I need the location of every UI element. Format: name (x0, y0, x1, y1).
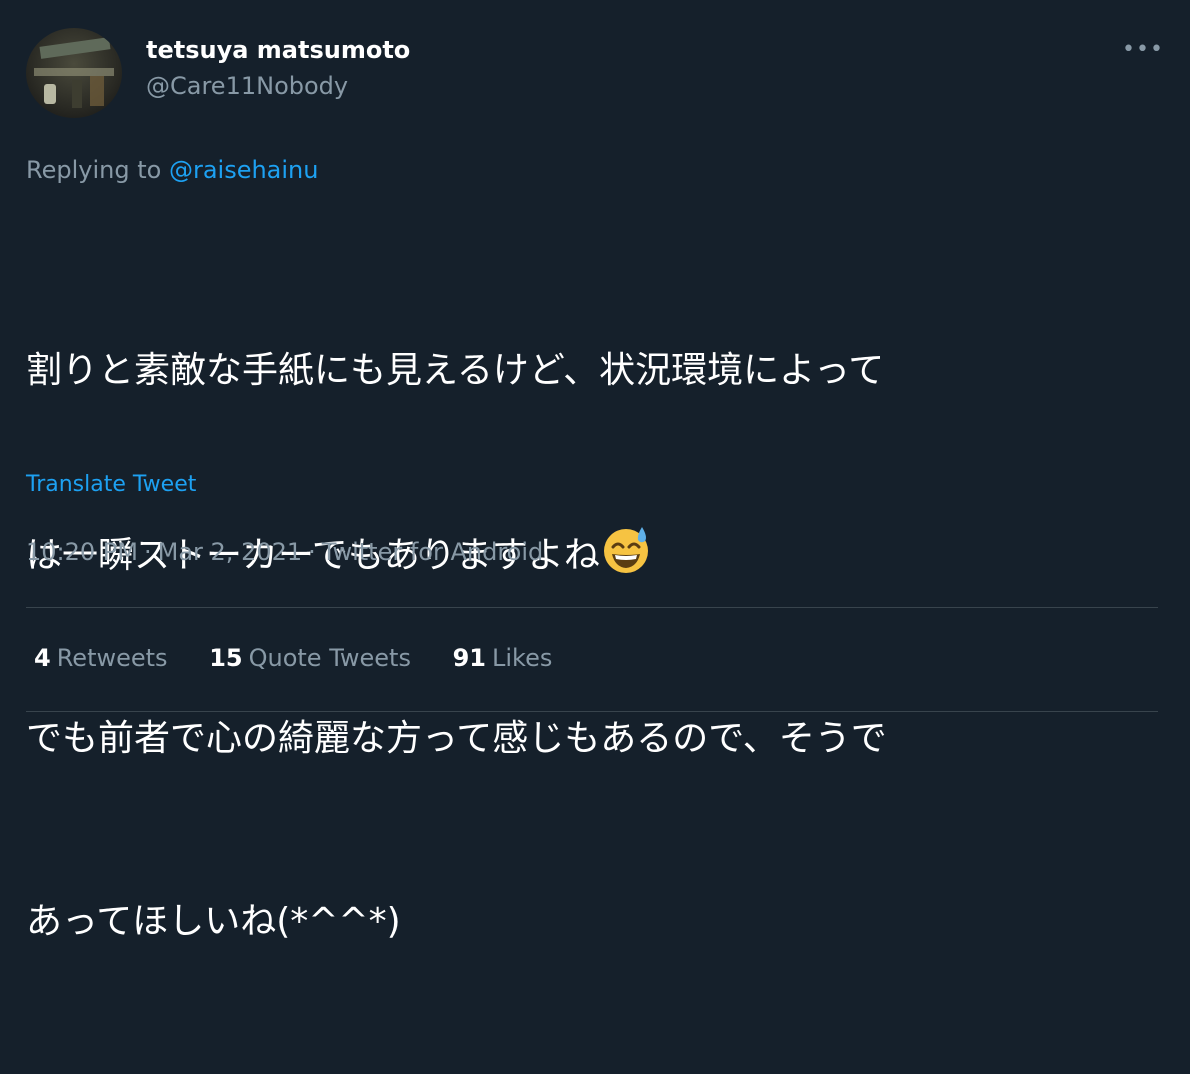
tweet-time[interactable]: 10:20 PM (26, 538, 138, 566)
tweet-source[interactable]: Twitter for Android (322, 538, 543, 566)
tweet-detail: tetsuya matsumoto @Care11Nobody ••• Repl… (26, 0, 1163, 942)
tweet-meta: 10:20 PM · Mar 2, 2021 · Twitter for Android (26, 538, 543, 566)
likes-stat[interactable]: 91 Likes (453, 644, 553, 672)
retweets-label: Retweets (56, 644, 168, 672)
replying-to: Replying to @raisehainu (26, 156, 318, 184)
tweet-text-line: でも前者で心の綺麗な方って感じもあるので、そうで (26, 718, 887, 759)
likes-label: Likes (492, 644, 553, 672)
meta-separator: · (308, 538, 316, 566)
quote-tweets-count: 15 (209, 644, 243, 672)
divider (26, 607, 1158, 608)
quote-tweets-label: Quote Tweets (248, 644, 411, 672)
likes-count: 91 (452, 644, 487, 672)
meta-separator: · (143, 538, 152, 566)
tweet-text-line: 割りと素敵な手紙にも見えるけど、状況環境によって (26, 350, 885, 391)
reply-mention-link[interactable]: @raisehainu (169, 156, 319, 184)
tweet-text-line: あってほしいね(*^^*) (26, 901, 401, 942)
retweets-stat[interactable]: 4 Retweets (34, 644, 168, 672)
translate-tweet-link[interactable]: Translate Tweet (26, 472, 196, 497)
tweet-header: tetsuya matsumoto @Care11Nobody ••• (26, 28, 1163, 118)
display-name[interactable]: tetsuya matsumoto (146, 36, 410, 64)
retweets-count: 4 (34, 644, 51, 672)
tweet-stats: 4 Retweets 15 Quote Tweets 91 Likes (34, 644, 586, 672)
avatar[interactable] (26, 28, 122, 118)
more-horizontal-icon[interactable]: ••• (1122, 39, 1163, 61)
tweet-date[interactable]: Mar 2, 2021 (158, 538, 303, 566)
divider (26, 711, 1158, 712)
quote-tweets-stat[interactable]: 15 Quote Tweets (209, 644, 411, 672)
user-handle[interactable]: @Care11Nobody (146, 72, 348, 100)
grinning-face-with-sweat-icon (600, 523, 652, 575)
replying-to-label: Replying to (26, 156, 162, 184)
